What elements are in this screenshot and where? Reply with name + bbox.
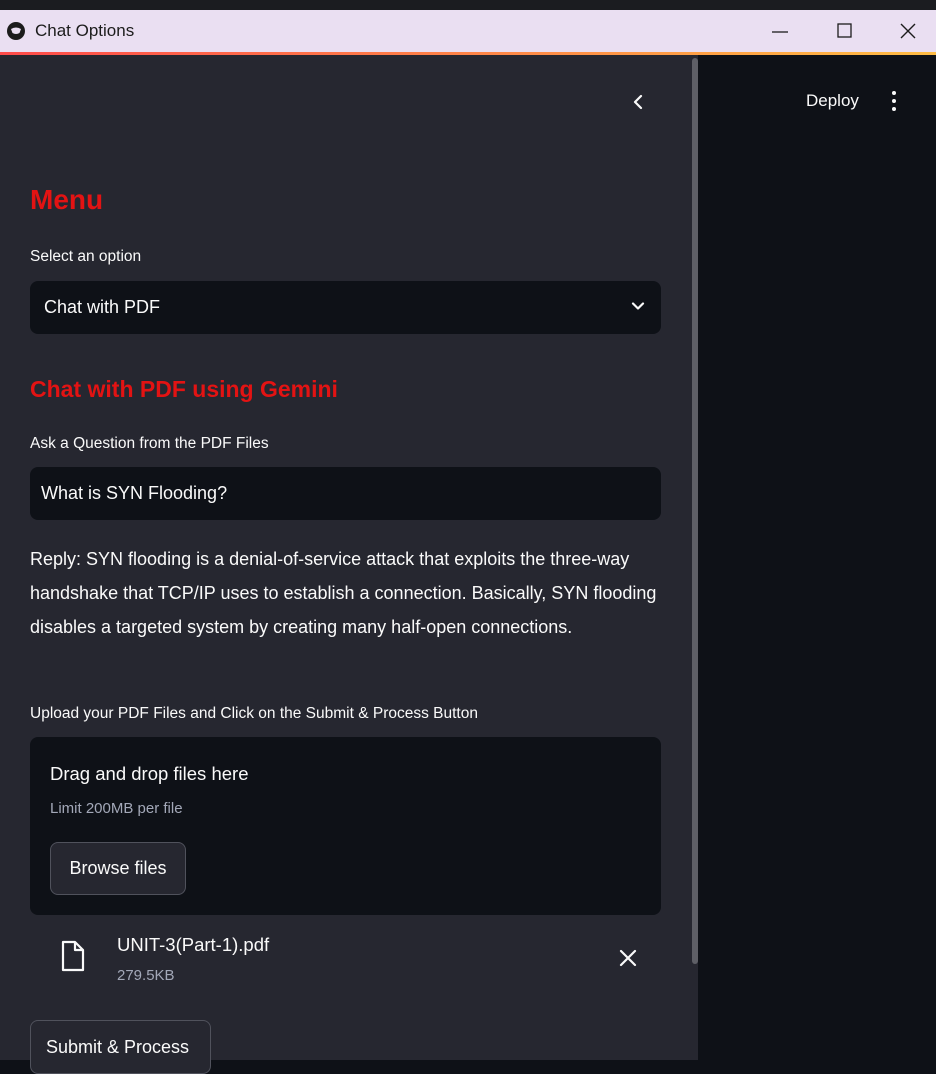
uploaded-file-name: UNIT-3(Part-1).pdf [117, 934, 270, 955]
minimize-icon [772, 31, 788, 33]
close-window-button[interactable] [878, 10, 936, 52]
main-area [698, 55, 936, 1060]
window-title: Chat Options [35, 21, 135, 40]
browse-files-button[interactable]: Browse files [50, 842, 186, 895]
main-menu-button[interactable] [884, 88, 904, 114]
minimize-button[interactable] [750, 10, 810, 52]
reply-text: Reply: SYN flooding is a denial-of-servi… [30, 549, 657, 637]
option-select[interactable]: Chat with PDF [30, 281, 661, 334]
select-label: Select an option [30, 248, 142, 265]
close-icon [619, 949, 637, 967]
section-heading: Chat with PDF using Gemini [30, 376, 338, 402]
maximize-button[interactable] [815, 10, 875, 52]
app-icon [7, 22, 25, 40]
dropzone-limit: Limit 200MB per file [50, 800, 183, 817]
window-titlebar: Chat Options [0, 10, 936, 52]
collapse-sidebar-button[interactable] [624, 88, 652, 116]
option-select-value: Chat with PDF [44, 297, 161, 317]
close-icon [900, 23, 916, 39]
question-input[interactable] [30, 467, 661, 520]
chevron-left-icon [633, 94, 643, 110]
chevron-down-icon [631, 302, 645, 310]
maximize-icon [837, 23, 852, 38]
file-dropzone[interactable]: Drag and drop files here Limit 200MB per… [30, 737, 661, 915]
upload-label: Upload your PDF Files and Click on the S… [30, 705, 478, 722]
menu-heading: Menu [30, 184, 104, 215]
uploaded-file-size: 279.5KB [117, 967, 175, 984]
remove-file-button[interactable] [616, 946, 640, 970]
dropzone-title: Drag and drop files here [50, 763, 249, 784]
submit-process-button[interactable]: Submit & Process [30, 1020, 211, 1074]
question-label: Ask a Question from the PDF Files [30, 435, 269, 452]
deploy-button[interactable]: Deploy [800, 89, 865, 113]
os-top-strip [0, 0, 936, 10]
file-icon [61, 940, 85, 972]
